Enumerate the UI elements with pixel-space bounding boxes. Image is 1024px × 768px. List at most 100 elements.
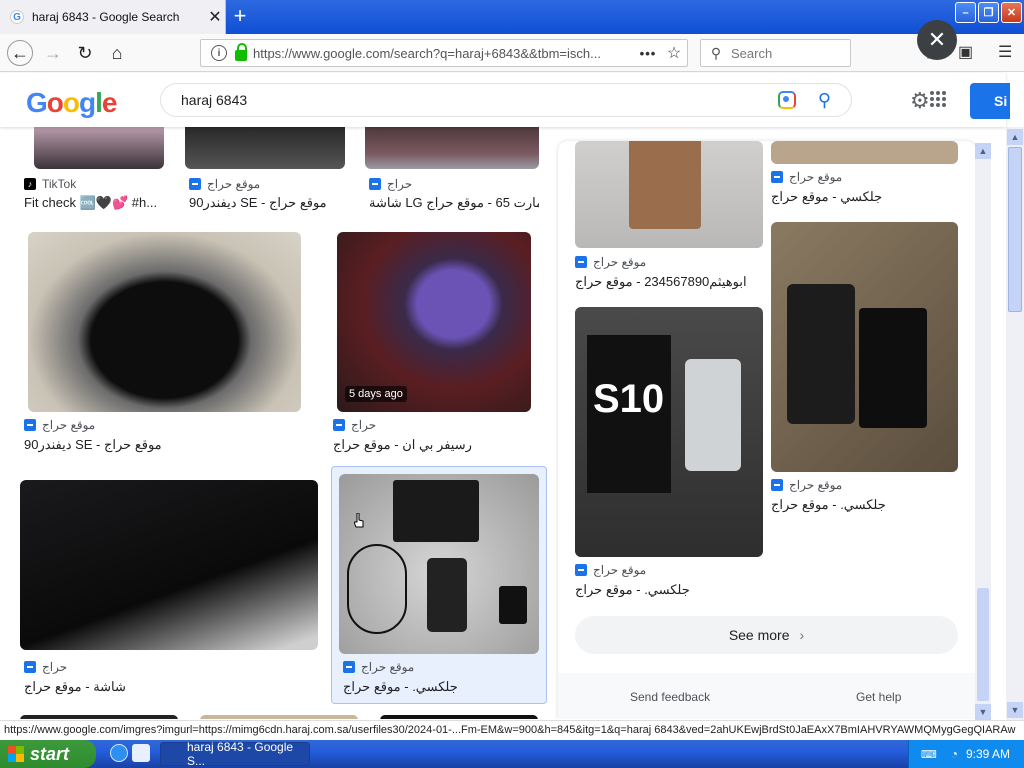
result-image-partial[interactable] [200, 715, 358, 719]
sidebar-icon[interactable]: ▣ [958, 42, 973, 62]
result-image-tv[interactable] [20, 480, 318, 650]
result-title[interactable]: Fit check 🆒🖤💕 #h... [24, 195, 164, 211]
forward-arrow-icon[interactable]: → [40, 40, 66, 66]
status-bar: https://www.google.com/imgres?imgurl=htt… [0, 720, 1024, 740]
chevron-right-icon: › [799, 627, 805, 643]
result-source[interactable]: موقع حراج [24, 418, 95, 432]
result-image-galaxy-box[interactable] [339, 474, 539, 654]
panel-close-button[interactable]: ✕ [917, 20, 957, 60]
search-icon: ⚲ [710, 44, 722, 61]
back-arrow-icon[interactable]: ← [7, 40, 33, 66]
network-icon[interactable]: ◔ [951, 747, 958, 761]
panel-source[interactable]: موقع حراج [575, 255, 646, 269]
page-scrollbar[interactable]: ▲ ▼ [1006, 127, 1024, 720]
result-source[interactable]: موقع حراج [189, 177, 260, 191]
lock-icon [235, 42, 247, 61]
panel-title[interactable]: جلكسي - موقع حراج [771, 189, 958, 205]
result-title[interactable]: رسيفر بي ان - موقع حراج [333, 437, 533, 453]
result-source[interactable]: موقع حراج [343, 660, 414, 674]
browser-search-placeholder: Search [731, 45, 773, 61]
result-image-partial[interactable] [380, 715, 538, 719]
menu-icon[interactable]: ☰ [998, 42, 1012, 62]
result-source[interactable]: ♪ TikTok [24, 177, 76, 191]
tab-title: haraj 6843 - Google Search [32, 10, 180, 24]
minimize-button[interactable]: – [955, 2, 976, 23]
result-source[interactable]: حراج [24, 660, 67, 674]
tab-close-icon[interactable]: ✕ [205, 7, 225, 27]
result-image-bein-receiver[interactable]: 5 days ago [337, 232, 531, 412]
page-actions-icon[interactable]: ••• [635, 46, 661, 61]
get-help-link[interactable]: Get help [856, 690, 901, 704]
tab-active[interactable]: G haraj 6843 - Google Search ✕ [0, 0, 226, 34]
desktop-icon[interactable] [132, 744, 150, 762]
info-icon[interactable]: i [211, 45, 227, 61]
google-apps-icon[interactable] [930, 91, 946, 107]
taskbar-window-button[interactable]: haraj 6843 - Google S... [160, 740, 310, 768]
page-scroll-thumb[interactable] [1008, 147, 1022, 312]
haraj-favicon-icon [771, 171, 783, 183]
result-image-tiktok[interactable] [34, 127, 164, 169]
new-tab-icon[interactable]: + [228, 5, 252, 29]
scroll-up-icon[interactable]: ▲ [1007, 129, 1023, 145]
panel-source[interactable]: موقع حراج [771, 170, 842, 184]
result-title[interactable]: ديفندر90 SE - موقع حراج [24, 437, 294, 453]
panel-image-phone-back[interactable] [575, 141, 763, 248]
result-image-defender-top[interactable] [185, 127, 345, 169]
panel-image-s10[interactable]: S10 [575, 307, 763, 557]
panel-scrollbar[interactable]: ▲ ▼ [975, 143, 991, 720]
address-bar[interactable]: i https://www.google.com/search?q=haraj+… [200, 39, 688, 67]
window-controls: – ❐ ✕ [955, 2, 1022, 23]
panel-footer [558, 673, 976, 719]
url-text[interactable]: https://www.google.com/search?q=haraj+68… [253, 46, 635, 61]
panel-scroll-thumb[interactable] [977, 588, 989, 701]
haraj-favicon-icon [771, 479, 783, 491]
google-search-box[interactable]: haraj 6843 ⚲ [160, 83, 852, 117]
keyboard-icon[interactable]: ⌨ [921, 748, 937, 761]
panel-image-s22-ultra[interactable] [771, 222, 958, 472]
send-feedback-link[interactable]: Send feedback [630, 690, 710, 704]
panel-title[interactable]: ابوهيثم234567890 - موقع حراج [575, 274, 763, 290]
haraj-favicon-icon [24, 419, 36, 431]
maximize-button[interactable]: ❐ [978, 2, 999, 23]
navigation-bar: ← → ↻ ⌂ i https://www.google.com/search?… [0, 34, 1024, 72]
haraj-favicon-icon [189, 178, 201, 190]
bookmark-star-icon[interactable]: ☆ [661, 43, 687, 63]
sign-in-button[interactable]: Si [970, 83, 1010, 119]
result-title[interactable]: شاشة LG سمارت 65 - موقع حراج [369, 195, 539, 211]
close-window-button[interactable]: ✕ [1001, 2, 1022, 23]
taskbar-window-label: haraj 6843 - Google S... [187, 740, 294, 768]
search-submit-icon[interactable]: ⚲ [818, 90, 831, 111]
result-source[interactable]: حراج [333, 418, 376, 432]
reload-icon[interactable]: ↻ [72, 40, 98, 66]
scroll-up-icon[interactable]: ▲ [975, 143, 991, 159]
panel-title[interactable]: جلكسي. - موقع حراج [771, 497, 958, 513]
result-image-partial[interactable] [20, 715, 178, 719]
result-image-defender[interactable] [28, 232, 301, 412]
hand-cursor-icon [354, 513, 364, 528]
panel-source[interactable]: موقع حراج [575, 563, 646, 577]
haraj-favicon-icon [369, 178, 381, 190]
panel-source[interactable]: موقع حراج [771, 478, 842, 492]
result-title[interactable]: شاشة - موقع حراج [24, 679, 294, 695]
google-lens-icon[interactable] [777, 91, 796, 109]
see-more-button[interactable]: See more › [575, 616, 958, 654]
scroll-down-icon[interactable]: ▼ [975, 704, 991, 720]
result-image-lg-tv[interactable] [365, 127, 539, 169]
home-icon[interactable]: ⌂ [104, 40, 130, 66]
search-query[interactable]: haraj 6843 [181, 92, 778, 108]
scroll-down-icon[interactable]: ▼ [1007, 702, 1023, 718]
result-title[interactable]: ديفندر90 SE - موقع حراج [189, 195, 349, 211]
panel-title[interactable]: جلكسي. - موقع حراج [575, 582, 763, 598]
clock: 9:39 AM [965, 747, 1010, 761]
internet-explorer-icon[interactable] [110, 744, 128, 762]
haraj-favicon-icon [343, 661, 355, 673]
panel-image-partial[interactable] [771, 141, 958, 164]
see-more-label: See more [728, 627, 790, 643]
settings-gear-icon[interactable]: ⚙ [910, 88, 930, 114]
result-title[interactable]: جلكسي. - موقع حراج [343, 679, 543, 695]
browser-search-input[interactable]: ⚲ Search [700, 39, 851, 67]
windows-flag-icon [8, 746, 24, 762]
result-source[interactable]: حراج [369, 177, 412, 191]
start-button[interactable]: start [0, 740, 96, 768]
google-logo[interactable]: Google [26, 87, 117, 119]
